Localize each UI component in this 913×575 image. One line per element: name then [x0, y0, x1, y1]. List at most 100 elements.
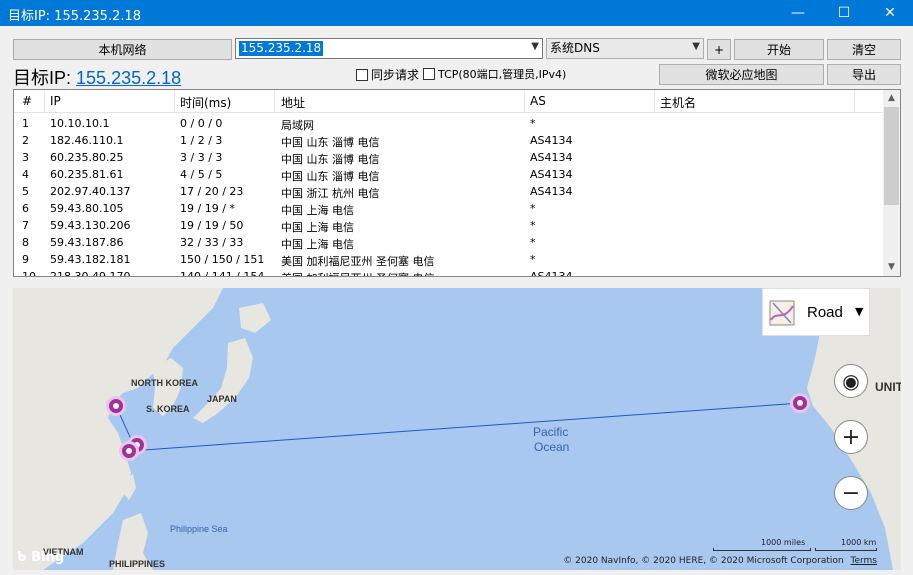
map-style-label: Road: [807, 304, 843, 321]
tcp-checkbox[interactable]: TCP(80端口,管理员,IPv4): [423, 66, 566, 82]
map-label-philippines: PHILIPPINES: [109, 559, 166, 569]
cell-time: 17 / 20 / 23: [180, 185, 244, 198]
sync-request-checkbox[interactable]: 同步请求: [356, 66, 419, 83]
target-input-value[interactable]: 155.235.2.18: [239, 41, 324, 56]
japan-landmass: [193, 338, 253, 423]
cell-ip: 59.43.187.86: [50, 236, 124, 249]
cell-n: 3: [22, 151, 29, 164]
bing-logo-text: Bing: [31, 550, 65, 565]
cell-ip: 59.43.130.206: [50, 219, 131, 232]
target-prefix: 目标IP:: [13, 68, 72, 88]
chevron-down-icon[interactable]: ▼: [531, 41, 539, 52]
map-label-ocean: Ocean: [534, 440, 570, 454]
col-header-num[interactable]: #: [22, 94, 32, 108]
chevron-down-icon[interactable]: ▼: [692, 41, 700, 52]
zoom-in-button[interactable]: +: [834, 420, 868, 454]
scroll-up-icon[interactable]: ▲: [883, 90, 900, 107]
col-header-as[interactable]: AS: [530, 94, 546, 108]
map-label-south-korea: S. KOREA: [146, 404, 190, 414]
terms-link[interactable]: Terms: [850, 556, 877, 566]
table-row[interactable]: 8 59.43.187.86 32 / 33 / 33 中国 上海 电信 *: [14, 234, 884, 251]
window-title: 目标IP: 155.235.2.18: [8, 9, 142, 24]
table-row[interactable]: 3 60.235.80.25 3 / 3 / 3 中国 山东 淄博 电信 AS4134: [14, 149, 884, 166]
table-row[interactable]: 9 59.43.182.181 150 / 150 / 151 美国 加利福尼亚州 圣…: [14, 251, 884, 268]
cell-addr: 中国 浙江 杭州 电信: [281, 187, 380, 200]
cell-n: 2: [22, 134, 29, 147]
minimize-button[interactable]: —: [775, 0, 821, 26]
sync-request-label: 同步请求: [371, 68, 420, 82]
scroll-down-icon[interactable]: ▼: [883, 259, 900, 276]
cell-n: 5: [22, 185, 29, 198]
plus-icon: +: [841, 424, 861, 450]
scale-bar-miles: [713, 548, 811, 551]
map-label-pacific: Pacific: [533, 425, 569, 439]
table-row[interactable]: 7 59.43.130.206 19 / 19 / 50 中国 上海 电信 *: [14, 217, 884, 234]
cell-time: 32 / 33 / 33: [180, 236, 244, 249]
cell-ip: 60.235.81.61: [50, 168, 124, 181]
table-header: # IP 时间(ms) 地址 AS 主机名: [14, 90, 884, 113]
title-bar: 目标IP: 155.235.2.18 — ☐ ✕: [0, 0, 913, 26]
cell-n: 6: [22, 202, 29, 215]
cell-n: 10: [22, 270, 36, 277]
map-label-north-korea: NORTH KOREA: [131, 378, 198, 388]
add-button[interactable]: +: [707, 39, 731, 60]
checkbox-icon[interactable]: [356, 68, 368, 81]
bing-logo-icon: ᑲ: [17, 550, 27, 565]
hokkaido-landmass: [239, 303, 271, 333]
col-header-address[interactable]: 地址: [281, 94, 305, 111]
minus-icon: −: [841, 480, 861, 506]
clear-button[interactable]: 清空: [827, 39, 901, 60]
map-label-japan: JAPAN: [207, 394, 237, 404]
table-row[interactable]: 6 59.43.80.105 19 / 19 / * 中国 上海 电信 *: [14, 200, 884, 217]
col-header-hostname[interactable]: 主机名: [660, 94, 696, 111]
table-row[interactable]: 2 182.46.110.1 1 / 2 / 3 中国 山东 淄博 电信 AS4134: [14, 132, 884, 149]
col-header-ip[interactable]: IP: [50, 94, 61, 108]
hop-pin[interactable]: [106, 396, 126, 416]
cell-ip: 182.46.110.1: [50, 134, 124, 147]
col-header-time[interactable]: 时间(ms): [180, 94, 231, 111]
cell-as: AS4134: [530, 168, 573, 181]
trace-table[interactable]: # IP 时间(ms) 地址 AS 主机名 1 10.10.10.1 0 / 0 /…: [13, 89, 901, 277]
map-style-selector[interactable]: Road ▼: [762, 288, 870, 336]
local-network-button[interactable]: 本机网络: [13, 39, 232, 60]
close-button[interactable]: ✕: [867, 0, 913, 26]
hop-pin[interactable]: [790, 393, 810, 413]
map-copyright: © 2020 NavInfo, © 2020 HERE, © 2020 Micr…: [563, 556, 877, 566]
cell-addr: 中国 上海 电信: [281, 221, 354, 234]
table-scrollbar[interactable]: ▲ ▼: [883, 90, 900, 276]
scale-miles: 1000 miles: [761, 538, 806, 547]
target-combo[interactable]: 155.235.2.18 ▼: [235, 38, 543, 59]
hop-pin[interactable]: [119, 441, 139, 461]
cell-time: 19 / 19 / *: [180, 202, 235, 215]
cell-as: *: [530, 236, 536, 249]
maximize-button[interactable]: ☐: [821, 0, 867, 26]
table-row[interactable]: 4 60.235.81.61 4 / 5 / 5 中国 山东 淄博 电信 AS4134: [14, 166, 884, 183]
target-ip-link[interactable]: 155.235.2.18: [76, 68, 181, 88]
table-row[interactable]: 10 218.30.49.170 140 / 141 / 154 美国 加利福尼亚州 …: [14, 268, 884, 277]
cell-addr: 美国 加利福尼亚州 圣何塞 电信: [281, 255, 435, 268]
cell-time: 150 / 150 / 151: [180, 253, 265, 266]
target-heading: 目标IP: 155.235.2.18: [13, 64, 181, 90]
route-map[interactable]: NORTH KOREA S. KOREA JAPAN Pacific Ocean…: [13, 288, 901, 570]
zoom-out-button[interactable]: −: [834, 476, 868, 510]
cell-ip: 59.43.80.105: [50, 202, 124, 215]
cell-time: 3 / 3 / 3: [180, 151, 223, 164]
scrollbar-thumb[interactable]: [884, 107, 899, 205]
map-label-united: UNIT: [875, 380, 901, 394]
cell-n: 1: [22, 117, 29, 130]
dns-value: 系统DNS: [550, 41, 600, 55]
bing-map-button[interactable]: 微软必应地图: [659, 64, 824, 85]
chevron-down-icon[interactable]: ▼: [855, 305, 863, 318]
checkbox-icon[interactable]: [423, 68, 435, 80]
table-row[interactable]: 5 202.97.40.137 17 / 20 / 23 中国 浙江 杭州 电信 AS4…: [14, 183, 884, 200]
export-button[interactable]: 导出: [827, 64, 901, 85]
cell-as: *: [530, 202, 536, 215]
start-button[interactable]: 开始: [734, 39, 824, 60]
table-row[interactable]: 1 10.10.10.1 0 / 0 / 0 局域网 *: [14, 115, 884, 132]
cell-ip: 202.97.40.137: [50, 185, 131, 198]
cell-as: *: [530, 219, 536, 232]
cell-time: 4 / 5 / 5: [180, 168, 223, 181]
cell-time: 1 / 2 / 3: [180, 134, 223, 147]
locate-me-button[interactable]: ◉: [834, 364, 868, 398]
dns-combo[interactable]: 系统DNS ▼: [546, 38, 704, 59]
